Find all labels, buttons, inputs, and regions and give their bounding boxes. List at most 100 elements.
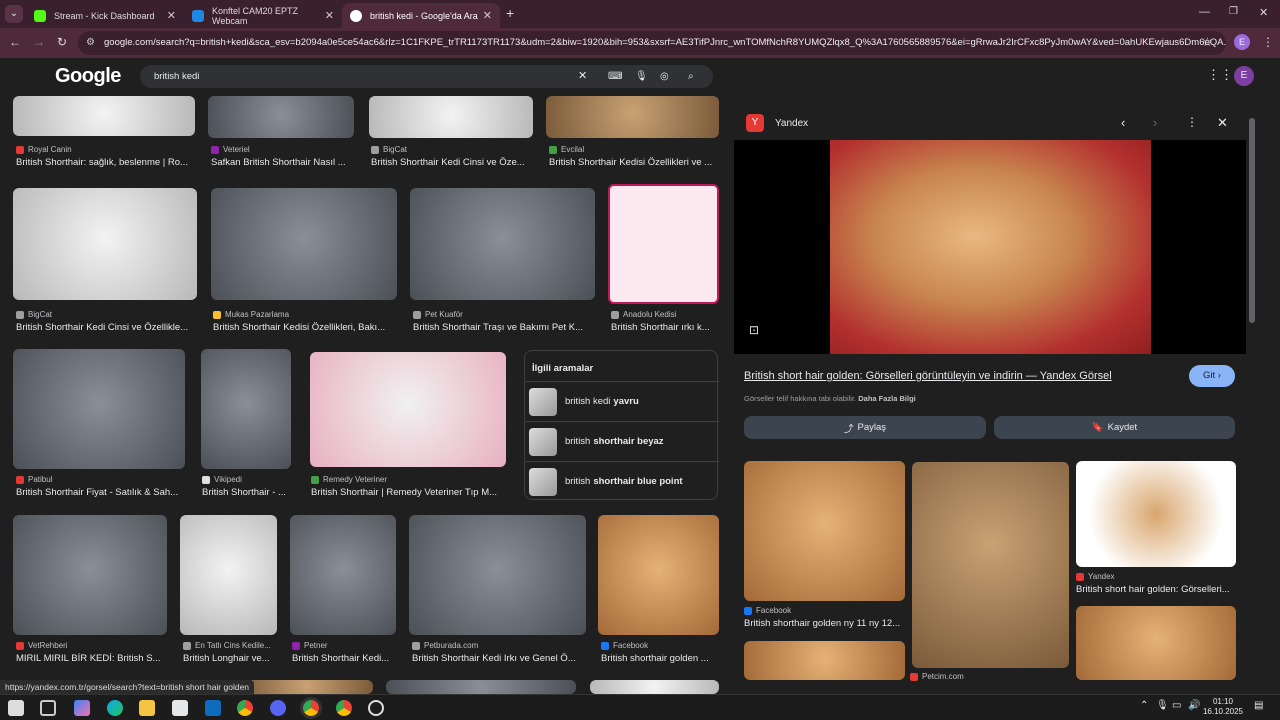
volume-icon[interactable]: 🔊	[1188, 700, 1200, 711]
chrome-icon[interactable]	[237, 700, 253, 716]
google-logo[interactable]: Google	[55, 65, 121, 88]
new-tab-icon[interactable]: +	[506, 5, 514, 21]
more-info-link[interactable]: Daha Fazla Bilgi	[858, 394, 916, 403]
preview-image[interactable]	[830, 140, 1151, 354]
result-image[interactable]	[608, 184, 719, 304]
discord-icon[interactable]	[270, 700, 286, 716]
result-title[interactable]: British Shorthair - ...	[202, 487, 292, 498]
similar-image[interactable]	[912, 462, 1069, 668]
file-explorer-icon[interactable]	[139, 700, 155, 716]
back-icon[interactable]: ←	[9, 35, 21, 49]
lens-icon[interactable]: ◎	[660, 65, 669, 88]
result-title[interactable]: British shorthair golden ...	[601, 653, 719, 664]
minimize-icon[interactable]: —	[1199, 6, 1210, 18]
prev-icon[interactable]: ‹	[1121, 115, 1125, 130]
related-item[interactable]: british shorthair beyaz	[525, 421, 719, 461]
related-item[interactable]: british shorthair blue point	[525, 461, 719, 501]
store-icon[interactable]	[172, 700, 188, 716]
result-title[interactable]: British Shorthair Traşı ve Bakımı Pet K.…	[413, 322, 595, 333]
similar-title[interactable]: British short hair golden: Görselleri...	[1076, 584, 1236, 595]
result-image[interactable]	[290, 515, 396, 635]
close-icon[interactable]: ✕	[167, 9, 176, 22]
network-icon[interactable]: ▭	[1172, 700, 1181, 711]
close-icon[interactable]: ✕	[325, 9, 334, 22]
result-title[interactable]: MIRIL MIRIL BİR KEDİ: British S...	[16, 653, 166, 664]
similar-title[interactable]: British shorthair golden ny 11 ny 12...	[744, 618, 905, 629]
related-item[interactable]: british kedi yavru	[525, 381, 719, 421]
mic-tray-icon[interactable]: 🎙	[1156, 700, 1169, 711]
clear-icon[interactable]: ✕	[578, 65, 587, 88]
result-image[interactable]	[310, 352, 506, 467]
url-field[interactable]: ⚙ google.com/search?q=british+kedi&sca_e…	[78, 31, 1226, 55]
result-image[interactable]	[208, 96, 354, 138]
result-title[interactable]: British Shorthair Kedi Cinsi ve Öze...	[371, 157, 533, 168]
result-image[interactable]	[211, 188, 397, 300]
result-image[interactable]	[546, 96, 719, 138]
result-title[interactable]: British Longhair ve...	[183, 653, 278, 664]
visit-button[interactable]: Git ›	[1189, 365, 1235, 387]
result-title[interactable]: British Shorthair Kedisi Özellikleri ve …	[549, 157, 719, 168]
apps-grid-icon[interactable]: ⋮⋮	[1207, 67, 1233, 83]
tab-konftel[interactable]: Konftel CAM20 EPTZ Webcam ✕	[184, 3, 342, 28]
lens-search-icon[interactable]: ⊡	[749, 323, 759, 337]
chrome-profile-2-icon[interactable]	[336, 700, 352, 716]
clock[interactable]: 01:10 16.10.2025	[1200, 697, 1246, 717]
result-title[interactable]: British Shorthair: sağlık, beslenme | Ro…	[16, 157, 194, 168]
result-image[interactable]	[409, 515, 586, 635]
similar-image[interactable]	[1076, 606, 1236, 680]
result-image[interactable]	[13, 96, 195, 136]
result-image[interactable]	[590, 680, 719, 694]
more-options-icon[interactable]: ⋮	[1186, 115, 1198, 129]
result-image[interactable]	[240, 680, 373, 694]
similar-image[interactable]	[744, 641, 905, 680]
outlook-icon[interactable]	[205, 700, 221, 716]
close-window-icon[interactable]: ✕	[1259, 6, 1268, 19]
tab-search-button[interactable]: ⌄	[5, 5, 23, 23]
result-title[interactable]: Safkan British Shorthair Nasıl ...	[211, 157, 356, 168]
next-icon[interactable]: ›	[1153, 115, 1157, 130]
panel-title[interactable]: British short hair golden: Görselleri gö…	[744, 370, 1174, 382]
tab-kick[interactable]: Stream - Kick Dashboard ✕	[26, 3, 184, 28]
result-title[interactable]: British Shorthair Kedi Cinsi ve Özellikl…	[16, 322, 194, 333]
start-icon[interactable]	[8, 700, 24, 716]
obs-icon[interactable]	[368, 700, 384, 716]
result-image[interactable]	[410, 188, 595, 300]
result-image[interactable]	[13, 188, 197, 300]
result-image[interactable]	[201, 349, 291, 469]
result-title[interactable]: British Shorthair Kedisi Özellikleri, Ba…	[213, 322, 397, 333]
close-panel-icon[interactable]: ✕	[1217, 115, 1228, 131]
result-image[interactable]	[598, 515, 719, 635]
search-icon[interactable]: ⌕	[688, 65, 694, 88]
notification-icon[interactable]: ▤	[1254, 700, 1263, 711]
mic-icon[interactable]: 🎙	[635, 65, 648, 88]
result-image[interactable]	[369, 96, 533, 138]
result-image[interactable]	[386, 680, 576, 694]
similar-image[interactable]	[1076, 461, 1236, 567]
tray-chevron-icon[interactable]: ⌃	[1140, 700, 1148, 711]
tab-google[interactable]: british kedi - Google'da Ara ✕	[342, 3, 500, 28]
bookmark-star-icon[interactable]: ☆	[1202, 35, 1213, 49]
keyboard-icon[interactable]: ⌨	[608, 65, 622, 88]
result-image[interactable]	[13, 349, 185, 469]
result-image[interactable]	[180, 515, 277, 635]
result-title[interactable]: British Shorthair | Remedy Veteriner Tıp…	[311, 487, 506, 498]
copilot-icon[interactable]	[74, 700, 90, 716]
result-title[interactable]: British Shorthair ırkı k...	[611, 322, 719, 333]
profile-avatar[interactable]: E	[1234, 34, 1250, 50]
task-view-icon[interactable]	[40, 700, 56, 716]
similar-image[interactable]	[744, 461, 905, 601]
reload-icon[interactable]: ↻	[57, 35, 67, 49]
edge-icon[interactable]	[107, 700, 123, 716]
chrome-profile-icon[interactable]	[303, 700, 319, 716]
forward-icon[interactable]: →	[33, 35, 45, 49]
close-icon[interactable]: ✕	[483, 9, 492, 22]
result-image[interactable]	[13, 515, 167, 635]
account-avatar[interactable]: E	[1234, 66, 1254, 86]
scrollbar-thumb[interactable]	[1249, 118, 1255, 323]
result-title[interactable]: British Shorthair Kedi...	[292, 653, 396, 664]
site-info-icon[interactable]: ⚙	[86, 31, 95, 55]
scrollbar[interactable]	[1248, 96, 1256, 680]
save-button[interactable]: 🔖 Kaydet	[994, 416, 1235, 439]
share-button[interactable]: ⤴ Paylaş	[744, 416, 986, 439]
result-title[interactable]: British Shorthair Fiyat - Satılık & Sah.…	[16, 487, 184, 498]
